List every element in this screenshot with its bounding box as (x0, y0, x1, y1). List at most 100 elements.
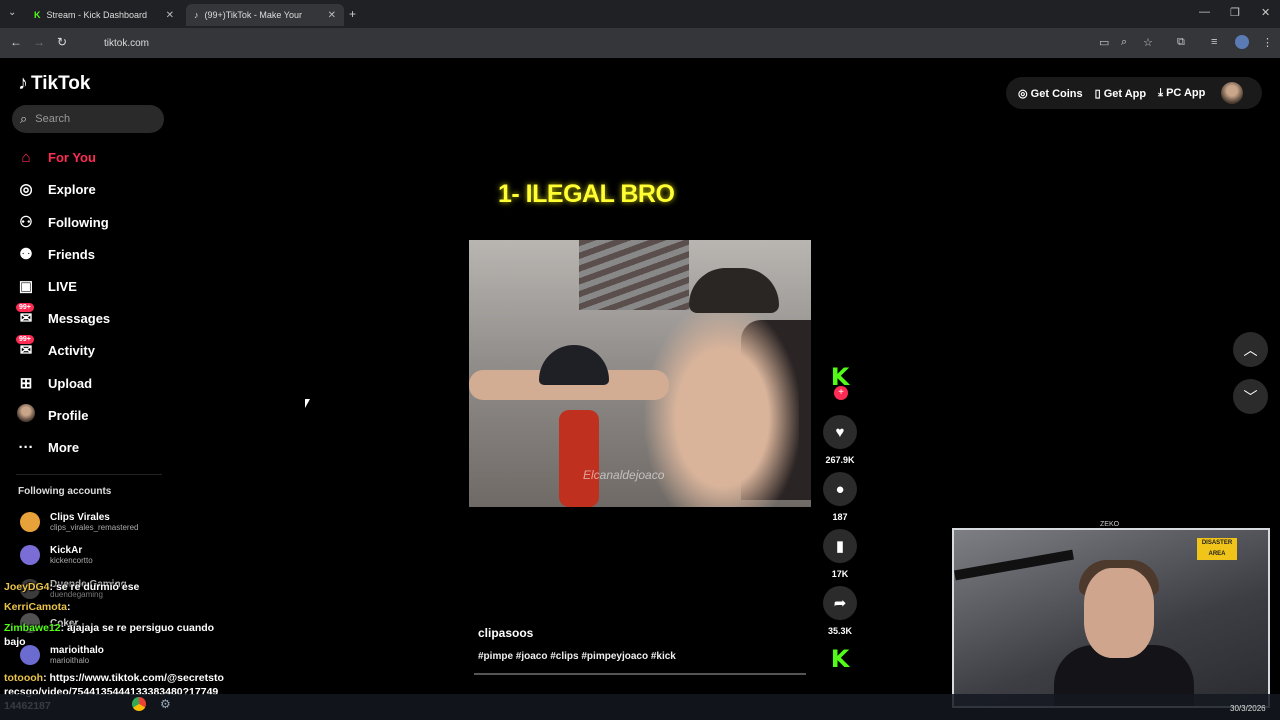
video-hashtags[interactable]: #pimpe #joaco #clips #pimpeyjoaco #kick (478, 651, 676, 662)
search-placeholder: Search (35, 113, 71, 125)
creator-avatar-button[interactable]: K + (822, 363, 858, 403)
nav-upload[interactable]: ⊞ Upload (16, 370, 92, 396)
get-coins-button[interactable]: ◎ Get Coins (1018, 87, 1083, 100)
activity-badge: 99+ (16, 335, 34, 344)
following-accounts-title: Following accounts (18, 486, 112, 497)
pc-app-button[interactable]: ⤓ PC App (1158, 87, 1205, 100)
chat-message: JoeyDG4: se re durmió ese (4, 580, 139, 594)
tab-kick-dashboard[interactable]: K Stream - Kick Dashboard ✕ (26, 4, 182, 26)
tiktok-logo[interactable]: ♪ TikTok (18, 72, 90, 95)
taskbar (0, 694, 1280, 720)
bookmark-star-icon[interactable]: ☆ (1143, 36, 1153, 49)
following-account[interactable]: KickAr kickencortto (20, 545, 93, 565)
live-icon: ▣ (18, 278, 34, 295)
url-text: tiktok.com (104, 37, 150, 49)
cast-icon[interactable]: ▭ (1099, 36, 1109, 49)
video-author[interactable]: clipasoos (478, 626, 533, 640)
user-avatar[interactable] (1221, 82, 1244, 104)
chevron-up-icon: ︿ (1243, 341, 1258, 358)
scroll-down-button[interactable]: ﹀ (1233, 379, 1268, 414)
account-handle: kickencortto (50, 556, 93, 565)
chat-text: : (67, 601, 71, 613)
get-coins-label: Get Coins (1030, 87, 1083, 100)
url-field[interactable]: tiktok.com (84, 33, 1100, 53)
comment-icon: ● (823, 472, 857, 506)
more-icon: ··· (18, 438, 34, 456)
comment-button[interactable]: ● 187 (822, 472, 858, 522)
minimize-icon[interactable]: — (1199, 6, 1210, 18)
tab-title: (99+)TikTok - Make Your Da (204, 10, 305, 20)
tab-search-icon[interactable]: ⌄ (8, 7, 16, 18)
music-disc-icon[interactable]: K (822, 645, 858, 673)
steam-taskbar-icon[interactable]: ⚙ (160, 697, 171, 711)
mouse-cursor (305, 399, 310, 408)
menu-kebab-icon[interactable]: ⋮ (1262, 36, 1273, 49)
nav-for-you[interactable]: ⌂ For You (16, 144, 95, 170)
chat-user: totoooh (4, 672, 44, 684)
save-count: 17K (831, 569, 849, 579)
messages-icon: ✉ 99+ (16, 303, 36, 327)
nav-activity[interactable]: ✉ 99+ Activity (16, 335, 95, 363)
tab-title: Stream - Kick Dashboard (46, 10, 148, 20)
search-input[interactable]: ⌕ Search (12, 105, 164, 133)
nav-label: Following (48, 214, 109, 230)
close-icon[interactable]: ✕ (328, 10, 336, 21)
nav-label: Explore (48, 181, 96, 197)
logo-text: TikTok (31, 72, 91, 94)
save-button[interactable]: ▮ 17K (822, 529, 858, 579)
new-tab-icon[interactable]: + (349, 7, 356, 21)
chat-message: KerriCamota: (4, 600, 71, 614)
chrome-taskbar-icon[interactable] (132, 697, 146, 711)
nav-following[interactable]: ⚇ Following (16, 209, 109, 235)
nav-label: More (48, 439, 80, 455)
profile-avatar-icon[interactable] (1235, 35, 1249, 49)
search-icon: ⌕ (20, 111, 28, 126)
following-account[interactable]: Clips Virales clips_virales_remastered (20, 512, 138, 532)
like-button[interactable]: ♥ 267.9K (822, 415, 858, 465)
reload-icon[interactable]: ↻ (57, 35, 67, 49)
account-name: Clips Virales (50, 512, 110, 523)
follow-plus-icon[interactable]: + (834, 386, 848, 400)
header-actions: ◎ Get Coins ▯ Get App ⤓ PC App (1006, 77, 1262, 109)
media-icon[interactable]: ≡ (1211, 36, 1217, 48)
webcam-overlay: DISASTER AREA (952, 528, 1270, 708)
chat-text: : se re durmió ese (49, 581, 140, 593)
nav-friends[interactable]: ⚉ Friends (16, 241, 95, 267)
zoom-icon[interactable]: ⌕ (1121, 36, 1127, 49)
nav-live[interactable]: ▣ LIVE (16, 273, 77, 299)
nav-label: Profile (48, 407, 89, 423)
profile-icon (16, 404, 36, 426)
account-handle: clips_virales_remastered (50, 523, 139, 532)
webcam-sign: DISASTER AREA (1197, 538, 1237, 560)
get-app-button[interactable]: ▯ Get App (1095, 87, 1147, 100)
window-close-icon[interactable]: ✕ (1261, 6, 1270, 19)
home-icon: ⌂ (21, 148, 31, 166)
forward-icon[interactable]: → (33, 35, 45, 49)
chat-user: Zimbawe12 (4, 622, 61, 634)
share-button[interactable]: ➦ 35.3K (822, 586, 858, 636)
webcam-label: ZEKO (1100, 521, 1120, 528)
extensions-icon[interactable]: ⧉ (1177, 36, 1185, 49)
close-icon[interactable]: ✕ (166, 10, 174, 21)
back-icon[interactable]: ← (10, 35, 22, 49)
divider (16, 474, 162, 475)
bookmark-icon: ▮ (823, 529, 857, 563)
nav-more[interactable]: ··· More (16, 434, 80, 460)
chat-user: KerriCamota (4, 601, 68, 613)
nav-label: Messages (48, 310, 111, 326)
nav-messages[interactable]: ✉ 99+ Messages (16, 303, 111, 331)
nav-profile[interactable]: Profile (16, 402, 88, 428)
account-handle: marioithalo (50, 656, 90, 665)
scroll-up-button[interactable]: ︿ (1233, 332, 1268, 367)
video-progress-bar[interactable] (474, 673, 806, 675)
compass-icon: ◎ (19, 181, 33, 198)
video-overlay-title: 1- ILEGAL BRO (498, 180, 675, 208)
activity-icon: ✉ 99+ (16, 335, 36, 359)
nav-label: Activity (48, 342, 95, 358)
heart-icon: ♥ (823, 415, 857, 449)
video-player[interactable] (469, 240, 811, 507)
following-icon: ⚇ (19, 214, 33, 231)
tab-tiktok[interactable]: ♪ (99+)TikTok - Make Your Da ✕ (186, 4, 344, 26)
nav-explore[interactable]: ◎ Explore (16, 176, 96, 202)
restore-icon[interactable]: ❐ (1230, 6, 1240, 19)
